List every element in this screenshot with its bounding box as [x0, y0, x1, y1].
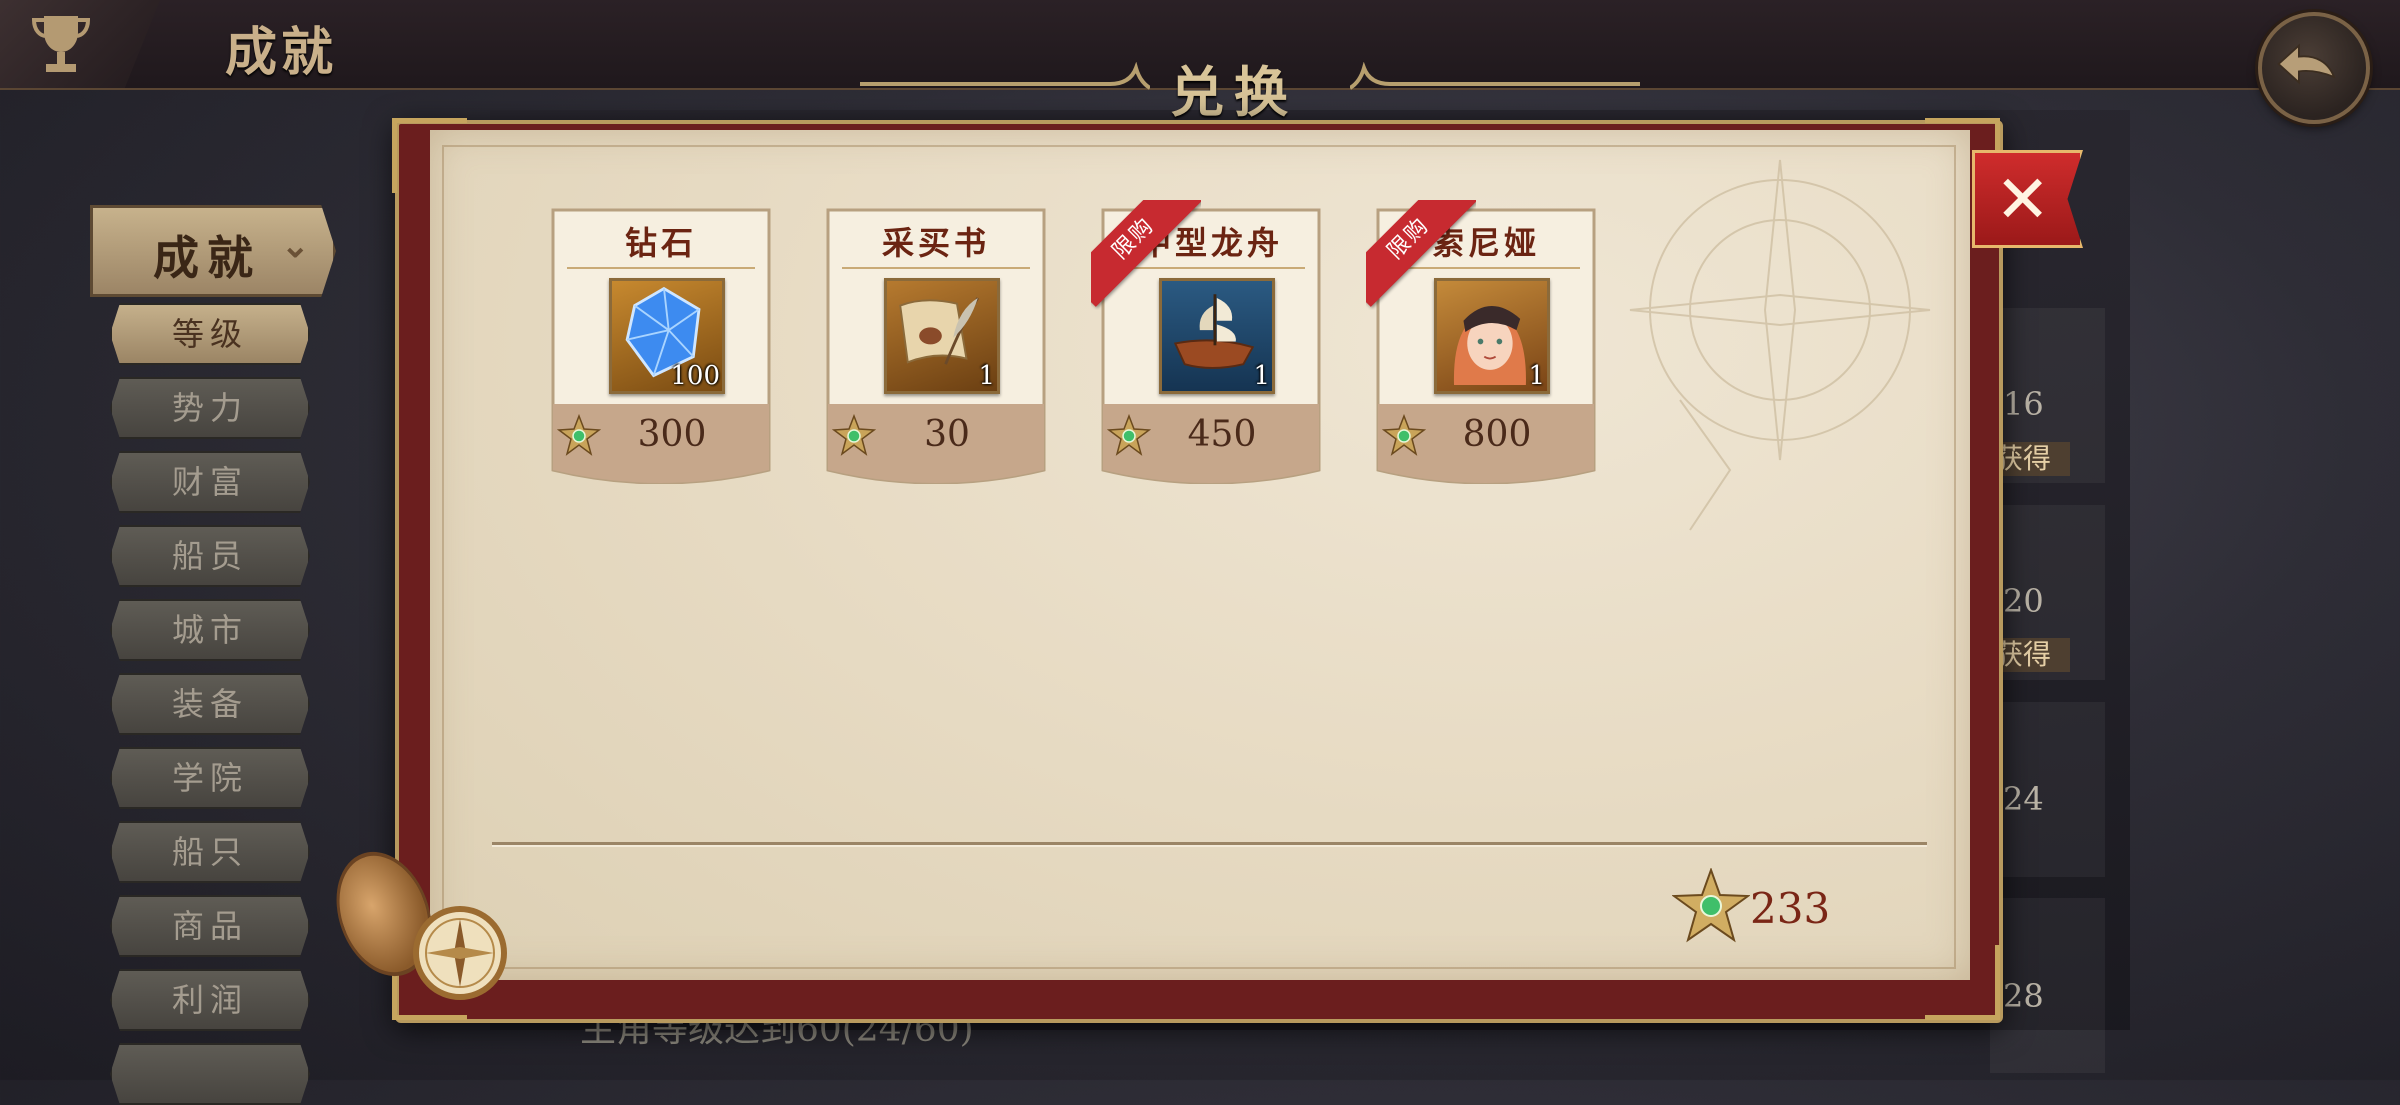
compass-icon [413, 906, 507, 1000]
shop-item-purchase-book[interactable]: 采买书 1 30 [822, 206, 1050, 484]
dialog-title: 兑换 [1170, 60, 1298, 124]
chevron-down-icon: ⌄ [281, 226, 310, 266]
item-quantity: 100 [670, 361, 720, 391]
limited-badge: 限购 [1091, 200, 1201, 310]
sidebar-item-level[interactable]: 等级 [110, 303, 310, 365]
shop-item-medium-dragon-boat[interactable]: 中型龙舟 1 限购 450 [1091, 200, 1325, 484]
medal-star-icon [1672, 868, 1750, 943]
sidebar-item-equipment[interactable]: 装备 [110, 673, 310, 735]
item-name: 采买书 [881, 224, 990, 262]
sidebar-item-city[interactable]: 城市 [110, 599, 310, 661]
level-value: 24 [2003, 780, 2044, 818]
item-quantity: 1 [1528, 361, 1545, 391]
claim-button[interactable]: 获得 [1993, 638, 2070, 672]
item-quantity: 1 [978, 361, 995, 391]
page-title: 成就 [225, 22, 338, 83]
trophy-icon [31, 16, 91, 72]
item-price: 450 [1187, 414, 1257, 455]
title-ornament-right [1350, 62, 1640, 90]
sidebar-item-wealth[interactable]: 财富 [110, 451, 310, 513]
trophy-badge [0, 0, 160, 88]
item-price: 800 [1462, 414, 1532, 455]
sidebar-item-power[interactable]: 势力 [110, 377, 310, 439]
scroll-quill-icon [899, 297, 979, 365]
item-icon-frame: 1 [884, 278, 1000, 394]
limited-label: 限购 [1091, 200, 1201, 307]
currency-balance: 233 [1750, 884, 1831, 933]
limited-badge: 限购 [1366, 200, 1476, 310]
sidebar-item-profit[interactable]: 利润 [110, 969, 310, 1031]
level-value: 16 [2003, 385, 2044, 423]
claim-button[interactable]: 获得 [1993, 442, 2070, 476]
item-quantity: 1 [1253, 361, 1270, 391]
divider [492, 842, 1927, 845]
limited-label: 限购 [1366, 200, 1476, 307]
shop-item-sonia[interactable]: 索尼娅 1 限购 800 [1366, 200, 1600, 484]
level-value: 28 [2003, 977, 2044, 1015]
item-price: 30 [924, 414, 970, 455]
sidebar-item-more[interactable] [110, 1043, 310, 1105]
level-value: 20 [2003, 582, 2044, 620]
back-button[interactable] [2258, 12, 2370, 124]
sidebar-item-crew[interactable]: 船员 [110, 525, 310, 587]
item-name: 钻石 [624, 224, 697, 262]
frame-corner [392, 118, 467, 193]
close-icon: ✕ [1995, 161, 2051, 238]
item-icon-frame: 100 [609, 278, 725, 394]
close-button[interactable]: ✕ [1972, 150, 2083, 248]
sidebar-item-goods[interactable]: 商品 [110, 895, 310, 957]
sidebar-item-ships[interactable]: 船只 [110, 821, 310, 883]
shop-item-diamond[interactable]: 钻石 100 300 [547, 206, 775, 484]
sidebar-category-dropdown[interactable]: 成就 ⌄ [90, 205, 336, 297]
item-price: 300 [637, 414, 707, 455]
title-ornament-left [860, 62, 1150, 90]
frame-corner [1925, 945, 2000, 1020]
sidebar-item-academy[interactable]: 学院 [110, 747, 310, 809]
sidebar-heading: 成就 [153, 231, 261, 285]
back-arrow-icon [2277, 43, 2336, 85]
